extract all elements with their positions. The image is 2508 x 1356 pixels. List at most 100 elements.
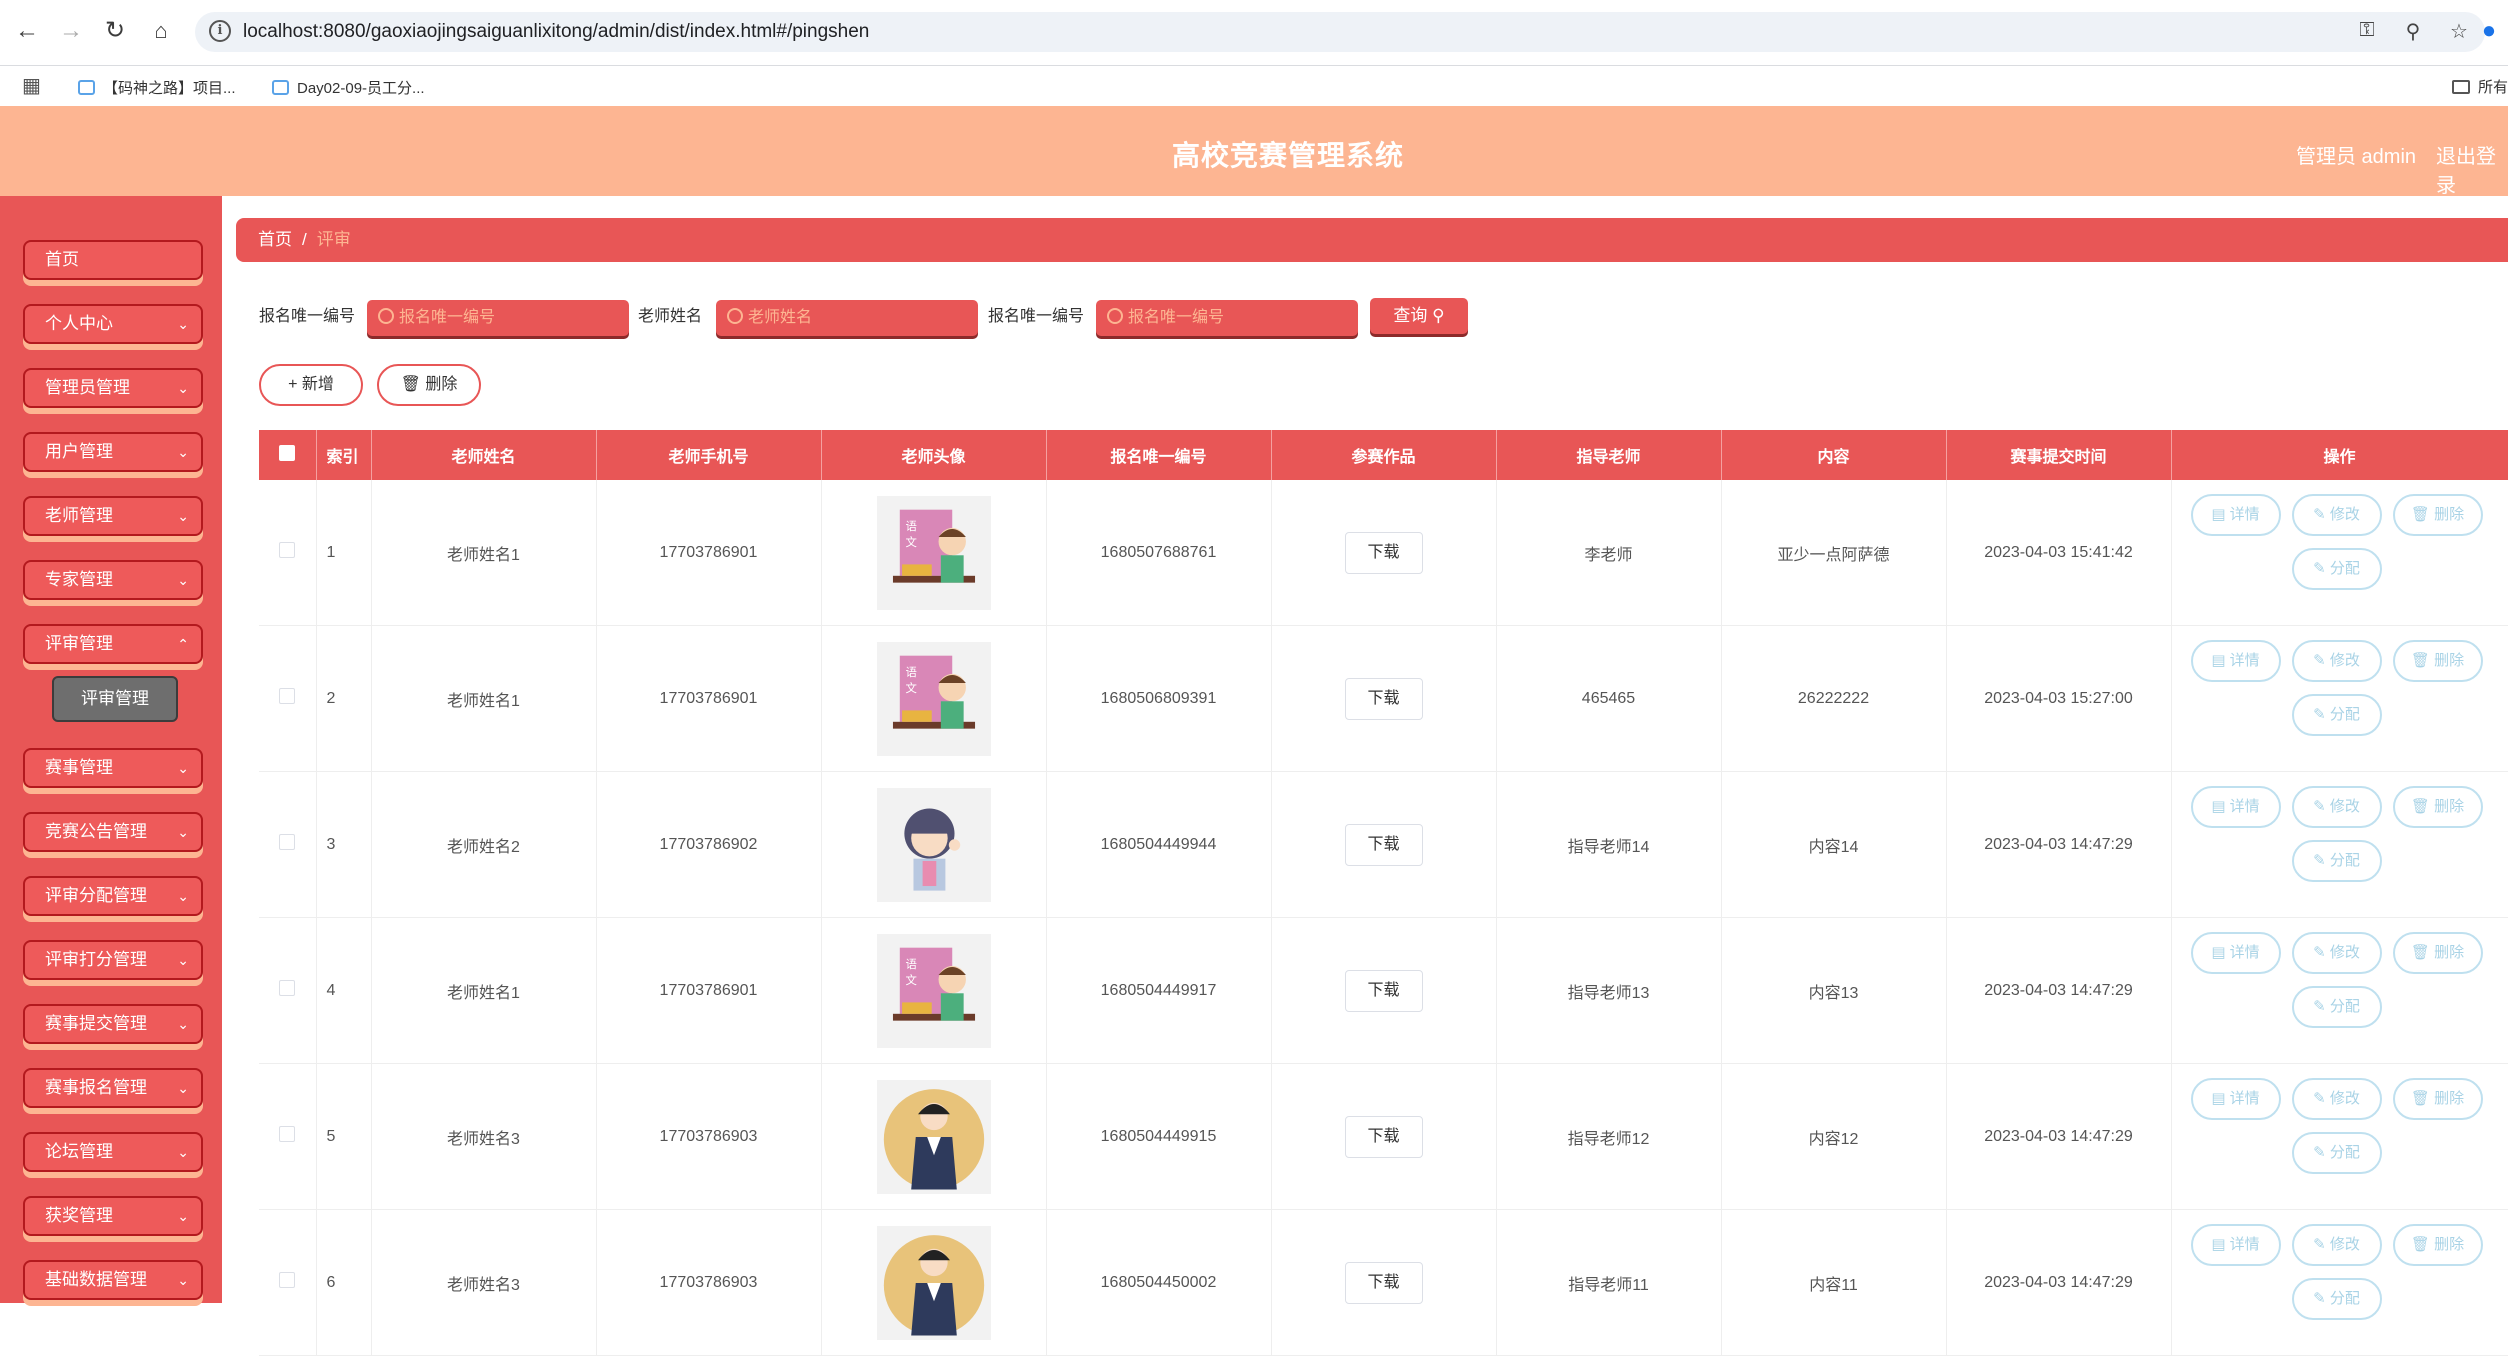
- app-title: 高校竞赛管理系统: [1172, 140, 1405, 171]
- row-delete-button[interactable]: 🗑 删除: [2392, 1078, 2483, 1120]
- sidebar-item-review-manage[interactable]: 评审管理 ⌃: [23, 624, 203, 664]
- detail-button-label: 详情: [2229, 652, 2260, 669]
- chevron-down-icon: ⌄: [177, 1080, 189, 1096]
- sidebar-item-admin-manage[interactable]: 管理员管理 ⌄: [23, 368, 203, 408]
- download-button[interactable]: 下载: [1344, 1115, 1423, 1158]
- edit-button[interactable]: ✎ 修改: [2291, 932, 2382, 974]
- download-button[interactable]: 下载: [1344, 1261, 1423, 1304]
- download-button[interactable]: 下载: [1344, 531, 1423, 574]
- url-text[interactable]: localhost:8080/gaoxiaojingsaiguanlixiton…: [243, 21, 869, 43]
- sidebar-item-user-manage[interactable]: 用户管理 ⌄: [23, 432, 203, 472]
- site-info-icon[interactable]: i: [209, 20, 231, 42]
- sidebar-item-forum-manage[interactable]: 论坛管理 ⌄: [23, 1132, 203, 1172]
- all-bookmarks[interactable]: 所有: [2451, 76, 2508, 97]
- sidebar-item-home[interactable]: 首页: [23, 240, 203, 280]
- row-delete-button[interactable]: 🗑 删除: [2392, 932, 2483, 974]
- sidebar-item-base-data[interactable]: 基础数据管理 ⌄: [23, 1260, 203, 1300]
- row-checkbox[interactable]: [279, 1272, 296, 1288]
- edit-button[interactable]: ✎ 修改: [2291, 786, 2382, 828]
- bookmark-star-icon[interactable]: ☆: [2447, 19, 2471, 44]
- assign-button[interactable]: ✎ 分配: [2291, 694, 2382, 736]
- submenu-item-review-manage[interactable]: 评审管理: [52, 676, 178, 722]
- sidebar-item-event-submit[interactable]: 赛事提交管理 ⌄: [23, 1004, 203, 1044]
- search-input-code-2[interactable]: [1096, 300, 1358, 336]
- sidebar-item-event-signup[interactable]: 赛事报名管理 ⌄: [23, 1068, 203, 1108]
- detail-button[interactable]: ▤ 详情: [2190, 494, 2281, 536]
- detail-button[interactable]: ▤ 详情: [2190, 1224, 2281, 1266]
- assign-button[interactable]: ✎ 分配: [2291, 1132, 2382, 1174]
- detail-button[interactable]: ▤ 详情: [2190, 640, 2281, 682]
- cell-entry: 下载: [1271, 771, 1497, 918]
- edit-button[interactable]: ✎ 修改: [2291, 1224, 2382, 1266]
- breadcrumb-home[interactable]: 首页: [258, 230, 292, 249]
- sidebar-item-expert-manage[interactable]: 专家管理 ⌄: [23, 560, 203, 600]
- reload-icon[interactable]: ↻: [100, 16, 130, 46]
- column-header-guide-teacher: 指导老师: [1496, 430, 1722, 480]
- sidebar-item-notice-manage[interactable]: 竞赛公告管理 ⌄: [23, 812, 203, 852]
- select-all-checkbox[interactable]: [279, 444, 296, 461]
- cell-operations: ▤ 详情 ✎ 修改 🗑 删除 ✎ 分配: [2171, 480, 2508, 626]
- edit-button[interactable]: ✎ 修改: [2291, 494, 2382, 536]
- add-button[interactable]: + 新增: [259, 364, 363, 406]
- sidebar-item-event-manage[interactable]: 赛事管理 ⌄: [23, 748, 203, 788]
- sidebar-item-award-manage[interactable]: 获奖管理 ⌄: [23, 1196, 203, 1236]
- download-button[interactable]: 下载: [1344, 969, 1423, 1012]
- row-checkbox[interactable]: [279, 834, 296, 850]
- sidebar-item-label: 评审打分管理: [45, 950, 147, 969]
- table-row: 1 老师姓名1 17703786901 语文 1680507688761 下载 …: [259, 480, 2508, 626]
- sidebar-item-teacher-manage[interactable]: 老师管理 ⌄: [23, 496, 203, 536]
- edit-icon: ✎: [2313, 944, 2326, 961]
- profile-icon[interactable]: ●: [2474, 16, 2504, 46]
- row-checkbox[interactable]: [279, 688, 296, 704]
- trash-icon: 🗑: [2410, 944, 2430, 961]
- search-label-teacher: 老师姓名: [638, 308, 703, 325]
- detail-button[interactable]: ▤ 详情: [2190, 786, 2281, 828]
- detail-button[interactable]: ▤ 详情: [2190, 1078, 2281, 1120]
- forward-icon[interactable]: →: [56, 16, 86, 46]
- row-delete-button[interactable]: 🗑 删除: [2392, 494, 2483, 536]
- edit-button[interactable]: ✎ 修改: [2291, 640, 2382, 682]
- edit-button-label: 修改: [2329, 944, 2360, 961]
- address-bar[interactable]: i localhost:8080/gaoxiaojingsaiguanlixit…: [195, 12, 2485, 52]
- row-delete-button[interactable]: 🗑 删除: [2392, 640, 2483, 682]
- sidebar-item-review-assign[interactable]: 评审分配管理 ⌄: [23, 876, 203, 916]
- home-icon[interactable]: ⌂: [146, 16, 176, 46]
- detail-button[interactable]: ▤ 详情: [2190, 932, 2281, 974]
- delete-button-label: 删除: [2434, 652, 2465, 669]
- column-header-entry: 参赛作品: [1271, 430, 1497, 480]
- sidebar-item-personal-center[interactable]: 个人中心 ⌄: [23, 304, 203, 344]
- delete-button[interactable]: 🗑 删除: [377, 364, 481, 406]
- delete-button-label: 删除: [2434, 1090, 2465, 1107]
- apps-grid-icon[interactable]: ▦: [22, 73, 41, 98]
- assign-button-label: 分配: [2329, 560, 2360, 577]
- sidebar-item-label: 竞赛公告管理: [45, 822, 147, 841]
- row-checkbox[interactable]: [279, 980, 296, 996]
- bookmark-item[interactable]: Day02-09-员工分...: [272, 77, 425, 98]
- download-button[interactable]: 下载: [1344, 823, 1423, 866]
- teacher-avatar-image: 语文: [876, 641, 991, 756]
- breadcrumb: 首页 / 评审: [236, 218, 2508, 262]
- sidebar-item-review-score[interactable]: 评审打分管理 ⌄: [23, 940, 203, 980]
- row-checkbox[interactable]: [279, 1126, 296, 1142]
- assign-button[interactable]: ✎ 分配: [2291, 548, 2382, 590]
- logout-link[interactable]: 退出登录: [2436, 140, 2508, 198]
- assign-button[interactable]: ✎ 分配: [2291, 1278, 2382, 1320]
- edit-icon: ✎: [2313, 706, 2326, 723]
- edit-button[interactable]: ✎ 修改: [2291, 1078, 2382, 1120]
- query-button[interactable]: 查询 ⚲: [1370, 298, 1468, 334]
- row-delete-button[interactable]: 🗑 删除: [2392, 1224, 2483, 1266]
- password-key-icon[interactable]: ⚿: [2355, 19, 2379, 44]
- bookmark-item[interactable]: 【码神之路】项目...: [78, 77, 236, 98]
- row-checkbox[interactable]: [279, 542, 296, 558]
- row-delete-button[interactable]: 🗑 删除: [2392, 786, 2483, 828]
- back-icon[interactable]: ←: [12, 16, 42, 46]
- sidebar-item-label: 赛事管理: [45, 758, 113, 777]
- trash-icon: 🗑: [2410, 506, 2430, 523]
- assign-button[interactable]: ✎ 分配: [2291, 840, 2382, 882]
- cell-content: 亚少一点阿萨德: [1721, 480, 1947, 626]
- search-input-code[interactable]: [367, 300, 629, 336]
- search-input-teacher[interactable]: [716, 300, 978, 336]
- zoom-icon[interactable]: ⚲: [2401, 19, 2425, 44]
- download-button[interactable]: 下载: [1344, 677, 1423, 720]
- assign-button[interactable]: ✎ 分配: [2291, 986, 2382, 1028]
